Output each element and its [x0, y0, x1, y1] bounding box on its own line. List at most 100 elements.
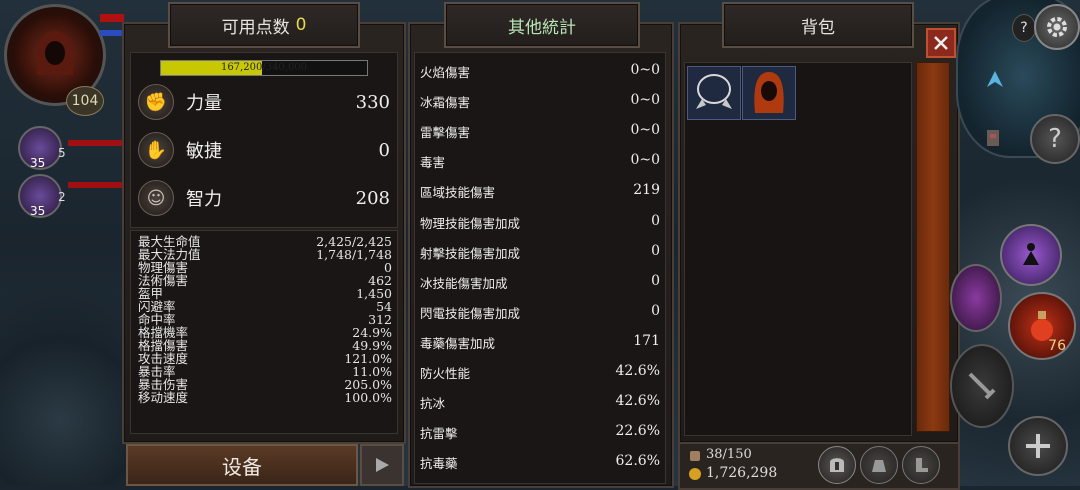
- backpack-capacity-icon: [690, 451, 700, 461]
- attribute-label: 力量: [186, 93, 222, 114]
- other-stat-row: 物理技能傷害加成 0: [420, 213, 660, 232]
- attribute-row-intellect[interactable]: ☺ 智力 208: [138, 180, 390, 216]
- helmet-filter-button[interactable]: [818, 446, 856, 484]
- plus-icon: [1026, 434, 1050, 458]
- close-icon: [934, 36, 948, 50]
- minimap-help-button[interactable]: ?: [1012, 14, 1036, 42]
- sack-icon: [872, 460, 886, 472]
- other-stat-row: 射擊技能傷害加成 0: [420, 243, 660, 262]
- meditate-icon: [1023, 243, 1039, 265]
- other-stat-value: 42.6%: [615, 393, 660, 410]
- sword-icon: [968, 372, 996, 400]
- dexterity-icon: ✋: [138, 132, 174, 168]
- helmet-icon: [830, 458, 844, 472]
- other-stat-value: 22.6%: [615, 423, 660, 440]
- pet-2-health-bar: [68, 182, 124, 188]
- other-stat-value: 62.6%: [615, 453, 660, 470]
- detail-stat-row: 法術傷害 462: [138, 274, 392, 287]
- available-points-header: 可用点数 0: [168, 2, 360, 48]
- detail-stat-label: 移动速度: [138, 390, 189, 405]
- detail-stat-row: 闪避率 54: [138, 300, 392, 313]
- shrine-map-icon: [987, 130, 999, 146]
- boots-filter-button[interactable]: [902, 446, 940, 484]
- pet-1-health-bar: [68, 140, 124, 146]
- detail-stat-row: 移动速度 100.0%: [138, 391, 392, 404]
- other-stat-row: 抗冰 42.6%: [420, 393, 660, 412]
- pet-portrait-2[interactable]: 35: [18, 174, 62, 218]
- other-stat-value: 0~0: [630, 122, 660, 139]
- available-points-label: 可用点数: [221, 17, 290, 38]
- settings-button[interactable]: [1034, 4, 1080, 50]
- other-stat-row: 雷擊傷害 0~0: [420, 122, 660, 141]
- pet-1-level: 35: [30, 156, 46, 170]
- equipment-button-label: 设备: [222, 454, 262, 479]
- red-hood-icon: [754, 72, 784, 113]
- player-map-marker-icon: [987, 71, 1003, 87]
- other-stat-label: 毒害: [420, 155, 446, 171]
- gear-icon: [1047, 17, 1067, 37]
- other-stat-row: 區域技能傷害 219: [420, 182, 660, 201]
- backpack-title: 背包: [801, 17, 835, 38]
- other-stats-header: 其他統計: [444, 2, 640, 48]
- other-stat-label: 射擊技能傷害加成: [420, 245, 521, 261]
- other-stat-label: 火焰傷害: [420, 65, 471, 80]
- detail-stat-value: 1,748/1,748: [316, 247, 392, 262]
- health-potion-button[interactable]: 76: [1008, 292, 1076, 360]
- available-points-value: 0: [295, 15, 307, 35]
- sack-filter-button[interactable]: [860, 446, 898, 484]
- attack-button[interactable]: [950, 344, 1014, 428]
- xp-bar: 167,200/340,000: [160, 60, 368, 76]
- other-stat-label: 區域技能傷害: [420, 185, 496, 201]
- other-stat-label: 冰技能傷害加成: [420, 275, 508, 291]
- other-stat-label: 雷擊傷害: [420, 125, 471, 141]
- detail-stat-row: 盔甲 1,450: [138, 287, 392, 300]
- gold-coin-icon: [689, 468, 701, 480]
- close-button[interactable]: [926, 28, 956, 58]
- attribute-label: 智力: [186, 189, 222, 210]
- meditate-skill-button[interactable]: [1000, 224, 1062, 286]
- next-arrow-button[interactable]: [360, 444, 404, 486]
- attribute-row-dexterity[interactable]: ✋ 敏捷 0: [138, 132, 390, 168]
- other-stat-label: 物理技能傷害加成: [420, 215, 521, 231]
- potion-count: 76: [1048, 338, 1066, 354]
- attribute-label: 敏捷: [186, 141, 222, 162]
- other-stat-value: 0: [651, 212, 660, 229]
- equipment-button[interactable]: 设备: [126, 444, 358, 486]
- strength-icon: ✊: [138, 84, 174, 120]
- other-stat-value: 0~0: [630, 92, 660, 109]
- other-stat-value: 0: [651, 302, 660, 319]
- backpack-header: 背包: [722, 2, 914, 48]
- backpack-slot-hood[interactable]: [742, 66, 796, 120]
- other-stat-label: 抗冰: [420, 396, 446, 412]
- other-stats-list-frame: [414, 52, 666, 484]
- gold-amount: 1,726,298: [706, 465, 778, 481]
- pet-2-level: 35: [30, 204, 46, 218]
- intellect-icon: ☺: [138, 180, 174, 216]
- amulet-icon: [696, 74, 732, 109]
- other-stat-value: 171: [633, 332, 660, 349]
- other-stat-value: 0~0: [630, 62, 660, 78]
- other-stat-label: 閃電技能傷害加成: [420, 305, 521, 321]
- xp-text: 167,200/340,000: [220, 62, 308, 73]
- minimap-help-glyph: ?: [1020, 20, 1028, 36]
- attribute-value: 208: [355, 187, 390, 209]
- backpack-capacity: 38/150: [706, 447, 752, 462]
- backpack-scrollbar[interactable]: [916, 62, 950, 432]
- attribute-row-strength[interactable]: ✊ 力量 330: [138, 84, 390, 120]
- other-stat-row: 冰霜傷害 0~0: [420, 92, 660, 111]
- other-stat-row: 毒藥傷害加成 171: [420, 333, 660, 352]
- pet-portrait-1[interactable]: 35: [18, 126, 62, 170]
- help-button[interactable]: ?: [1030, 114, 1080, 164]
- backpack-slot-amulet[interactable]: [687, 66, 741, 120]
- attribute-value: 0: [378, 139, 390, 161]
- help-glyph: ?: [1048, 124, 1062, 154]
- other-stat-value: 0~0: [630, 152, 660, 169]
- other-stat-value: 219: [633, 182, 660, 199]
- hooded-figure-icon: [36, 31, 74, 75]
- skill-slot-purple[interactable]: [950, 264, 1002, 332]
- other-stat-row: 抗雷擊 22.6%: [420, 423, 660, 442]
- other-stat-label: 抗毒藥: [420, 456, 458, 472]
- other-stat-row: 毒害 0~0: [420, 152, 660, 171]
- player-level-badge: 104: [66, 86, 104, 116]
- add-button[interactable]: [1008, 416, 1068, 476]
